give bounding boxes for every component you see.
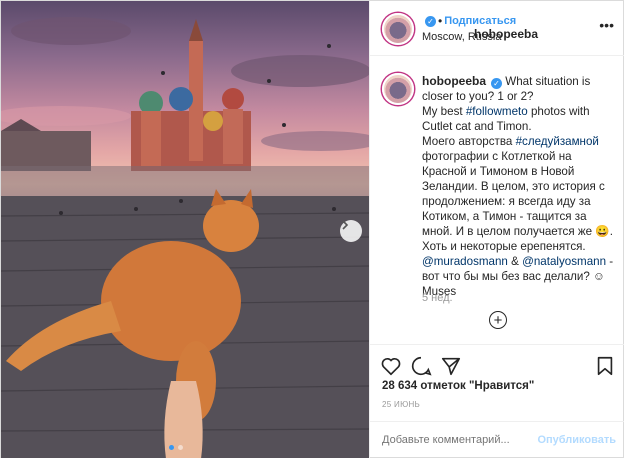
post-date[interactable]: 25 ИЮНЬ [382, 400, 420, 409]
chevron-right-icon [342, 220, 349, 230]
plus-icon: + [493, 311, 503, 329]
location-link[interactable]: Moscow, Russia [422, 31, 501, 43]
more-horizontal-icon[interactable]: ••• [599, 17, 614, 33]
post-photo[interactable] [1, 1, 369, 458]
caption-line: Моего авторства [422, 135, 513, 148]
separator: • [438, 14, 443, 28]
likes-count[interactable]: 28 634 отметок "Нравится" [382, 380, 534, 392]
bookmark-icon[interactable] [594, 355, 616, 377]
follow-button[interactable]: Подписаться [444, 15, 516, 27]
post-header: hobopeeba ✓ • Подписаться Moscow, Russia… [370, 1, 624, 56]
caption-text: hobopeeba ✓ What situation is closer to y… [422, 74, 618, 299]
likes-label: отметок "Нравится" [420, 380, 535, 392]
likes-number: 28 634 [382, 380, 418, 392]
load-more-comments-button[interactable]: + [489, 311, 507, 329]
hashtag-link[interactable]: #followmeto [466, 105, 528, 118]
comment-icon[interactable] [410, 355, 432, 377]
ampersand: & [511, 255, 519, 268]
verified-badge-icon: ✓ [491, 78, 503, 89]
carousel-dot-active [169, 445, 174, 450]
caption-comment: hobopeeba ✓ What situation is closer to y… [370, 57, 624, 327]
caption-line: My best [422, 105, 463, 118]
add-comment-form: Опубликовать [370, 421, 624, 458]
photo-illustration [1, 17, 369, 458]
carousel-indicator [169, 445, 183, 450]
caption-username-link[interactable]: hobopeeba [422, 74, 486, 88]
avatar[interactable] [382, 73, 414, 105]
share-icon[interactable] [440, 355, 462, 377]
hashtag-link[interactable]: #следуйзамной [516, 135, 599, 148]
post-actions [370, 344, 624, 384]
comment-input[interactable] [382, 434, 532, 446]
publish-button[interactable]: Опубликовать [537, 434, 616, 446]
instagram-post: hobopeeba ✓ • Подписаться Moscow, Russia… [0, 0, 624, 458]
heart-icon[interactable] [380, 355, 402, 377]
next-slide-button[interactable] [340, 220, 362, 242]
mention-link[interactable]: @natalyosmann [522, 255, 606, 268]
carousel-dot[interactable] [178, 445, 183, 450]
comment-time[interactable]: 5 нед. [422, 292, 453, 304]
avatar[interactable] [382, 13, 414, 45]
verified-badge-icon: ✓ [425, 15, 436, 27]
mention-link[interactable]: @muradosmann [422, 255, 508, 268]
post-sidebar: hobopeeba ✓ • Подписаться Moscow, Russia… [369, 1, 624, 458]
caption-line: фотографии с Котлеткой на Красной и Тимо… [422, 150, 613, 253]
